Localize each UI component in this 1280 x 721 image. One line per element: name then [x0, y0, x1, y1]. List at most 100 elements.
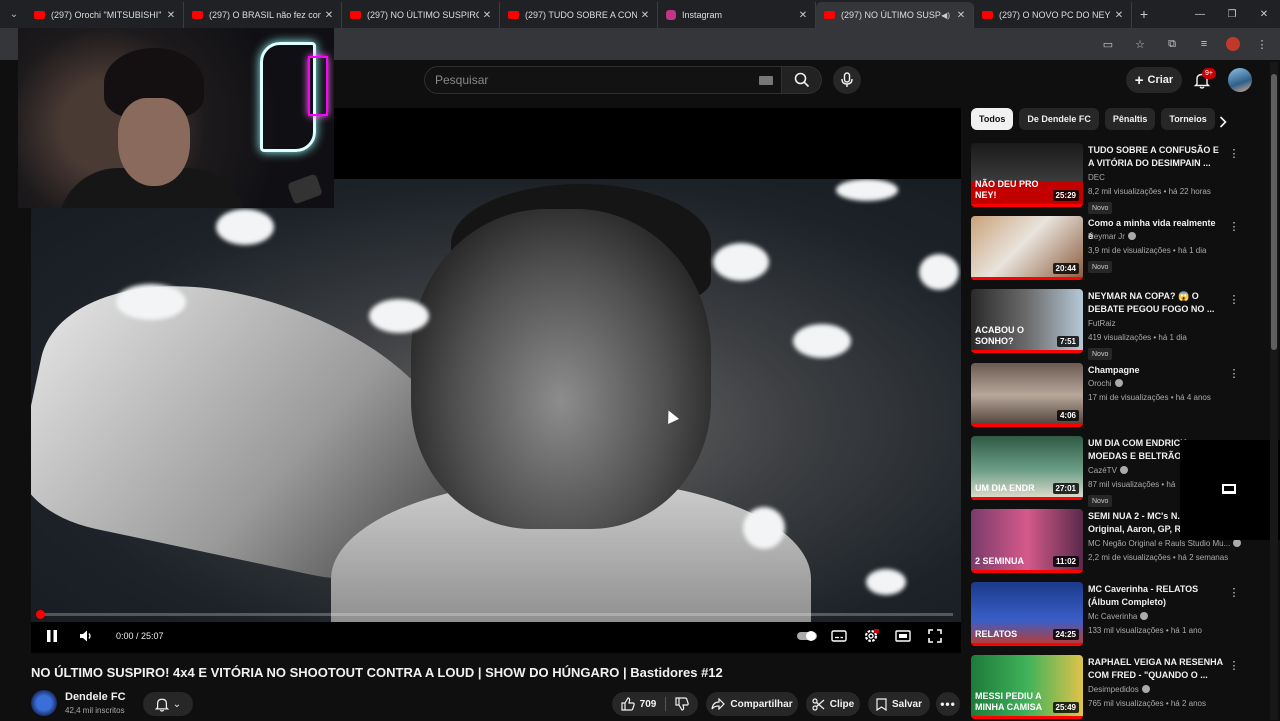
like-dislike-divider [665, 697, 667, 711]
recommended-video[interactable]: MESSI PEDIU A MINHA CAMISA 25:49 RAPHAEL V… [971, 655, 1251, 721]
recommended-channel-name[interactable]: DEC [1088, 173, 1105, 182]
progress-bar[interactable] [39, 613, 953, 616]
account-avatar[interactable] [1228, 68, 1252, 92]
recommended-video[interactable]: NÃO DEU PRO NEY! 25:29 TUDO SOBRE A CONFUS… [971, 143, 1251, 214]
thumbnail-text: MESSI PEDIU A MINHA CAMISA [975, 691, 1043, 712]
recommended-channel-name[interactable]: Orochi [1088, 379, 1123, 388]
save-button[interactable]: Salvar [868, 692, 930, 716]
subscription-notifications-button[interactable]: ⌄ [143, 692, 193, 716]
bookmark-star-icon[interactable]: ☆ [1130, 34, 1150, 54]
channel-avatar[interactable] [31, 690, 57, 716]
chips-next-button[interactable] [1214, 113, 1232, 131]
page-scrollbar[interactable] [1270, 62, 1278, 720]
maximize-button[interactable]: ❐ [1216, 0, 1248, 28]
close-tab-icon[interactable]: ✕ [637, 10, 653, 21]
browser-menu-icon[interactable]: ⋮ [1252, 34, 1272, 54]
extensions-icon[interactable]: ⧉ [1162, 34, 1182, 54]
recommended-video[interactable]: RELATOS 24:25 MC Caverinha - RELATOS (Álbu… [971, 582, 1251, 648]
recommended-video[interactable]: 4:06 Champagne Orochi 17 mi de visualizaçõe… [971, 363, 1251, 429]
search-button[interactable] [782, 66, 822, 94]
browser-profile-avatar[interactable] [1226, 37, 1240, 51]
browser-tab[interactable]: (297) TUDO SOBRE A CONFUSÃ✕ [500, 2, 658, 28]
filter-chip[interactable]: Pênaltis [1104, 108, 1156, 130]
autoplay-toggle[interactable] [795, 626, 819, 646]
pause-button[interactable] [41, 626, 63, 646]
volume-button[interactable] [75, 626, 97, 646]
close-tab-icon[interactable]: ✕ [479, 10, 495, 21]
more-options-icon[interactable]: ⋮ [1229, 657, 1240, 673]
more-options-icon[interactable]: ⋮ [1229, 584, 1240, 600]
browser-tab[interactable]: (297) NO ÚLTIMO SUSPIRO◀)✕ [816, 2, 974, 28]
video-thumbnail[interactable]: ACABOU O SONHO? 7:51 [971, 289, 1083, 353]
scissors-icon [812, 697, 825, 711]
search-input[interactable]: Pesquisar [424, 66, 782, 94]
browser-tab[interactable]: (297) Orochi "MITSUBISHI" ✕ [26, 2, 184, 28]
close-tab-icon[interactable]: ✕ [163, 10, 179, 21]
floating-overlay-panel[interactable] [1180, 440, 1280, 540]
video-frame[interactable] [31, 179, 961, 622]
video-thumbnail[interactable]: 2 SEMINUA 11:02 [971, 509, 1083, 573]
filter-chip[interactable]: De Dendele FC [1019, 108, 1099, 130]
browser-tab[interactable]: (297) NO ÚLTIMO SUSPIRO! 4x✕ [342, 2, 500, 28]
recommended-video-title[interactable]: TUDO SOBRE A CONFUSÃO E A VITÓRIA DO DES… [1088, 144, 1223, 170]
browser-tab[interactable]: Instagram ✕ [658, 2, 816, 28]
recommended-video-title[interactable]: Champagne [1088, 364, 1223, 377]
subtitles-button[interactable] [828, 626, 850, 646]
recommended-video-title[interactable]: NEYMAR NA COPA? 😱 O DEBATE PEGOU FOGO NO… [1088, 290, 1223, 316]
recommended-channel-name[interactable]: Mc Caverinha [1088, 612, 1149, 621]
recommended-channel-name[interactable]: MC Negão Original e Rauls Studio Mu... [1088, 539, 1242, 548]
tab-search-menu-button[interactable]: ⌄ [2, 2, 26, 26]
recommended-video[interactable]: 20:44 Como a minha vida realmente é Neymar… [971, 216, 1251, 282]
browser-tab[interactable]: (297) O BRASIL não fez com NE✕ [184, 2, 342, 28]
video-thumbnail[interactable]: 4:06 [971, 363, 1083, 427]
miniplayer-icon[interactable] [1222, 484, 1236, 494]
filter-chip[interactable]: Todos [971, 108, 1014, 130]
video-thumbnail[interactable]: NÃO DEU PRO NEY! 25:29 [971, 143, 1083, 207]
more-options-icon[interactable]: ⋮ [1229, 218, 1240, 234]
minimize-button[interactable]: — [1184, 0, 1216, 28]
close-tab-icon[interactable]: ✕ [795, 10, 811, 21]
voice-search-button[interactable] [833, 66, 861, 94]
theater-mode-button[interactable] [892, 626, 914, 646]
like-count[interactable]: 709 [640, 699, 657, 710]
recommended-channel-name[interactable]: Neymar Jr [1088, 232, 1136, 241]
settings-button[interactable] [860, 626, 882, 646]
more-options-icon[interactable]: ⋮ [1229, 291, 1240, 307]
video-thumbnail[interactable]: UM DIA ENDR 27:01 [971, 436, 1083, 500]
video-duration: 4:06 [1056, 410, 1079, 421]
video-thumbnail[interactable]: RELATOS 24:25 [971, 582, 1083, 646]
close-window-button[interactable]: ✕ [1248, 0, 1280, 28]
progress-scrubber-handle[interactable] [36, 610, 45, 619]
clip-button[interactable]: Clipe [806, 692, 860, 716]
recommended-video[interactable]: ACABOU O SONHO? 7:51 NEYMAR NA COPA? 😱 O D… [971, 289, 1251, 360]
more-actions-button[interactable]: ••• [936, 692, 960, 716]
video-thumbnail[interactable]: MESSI PEDIU A MINHA CAMISA 25:49 [971, 655, 1083, 719]
more-options-icon[interactable]: ⋮ [1229, 365, 1240, 381]
watched-progress-bar [971, 643, 1083, 646]
audio-playing-icon[interactable]: ◀) [941, 11, 950, 20]
recommendation-filter-chips: Todos De Dendele FC Pênaltis Torneios [971, 108, 1215, 132]
close-tab-icon[interactable]: ✕ [953, 10, 969, 21]
recommended-video-title[interactable]: RAPHAEL VEIGA NA RESENHA COM FRED - "QUA… [1088, 656, 1223, 682]
close-tab-icon[interactable]: ✕ [321, 10, 337, 21]
browser-tab[interactable]: (297) O NOVO PC DO NEYMAR✕ [974, 2, 1132, 28]
dislike-icon[interactable] [675, 697, 690, 711]
video-thumbnail[interactable]: 20:44 [971, 216, 1083, 280]
channel-name[interactable]: Dendele FC [65, 691, 126, 703]
keyboard-icon[interactable] [759, 76, 773, 85]
recommended-channel-name[interactable]: FutRaiz [1088, 319, 1116, 328]
share-button[interactable]: Compartilhar [706, 692, 798, 716]
recommended-video-title[interactable]: MC Caverinha - RELATOS (Álbum Completo) [1088, 583, 1223, 609]
close-tab-icon[interactable]: ✕ [1111, 10, 1127, 21]
recommended-channel-name[interactable]: CazéTV [1088, 466, 1128, 475]
like-icon[interactable] [621, 697, 635, 711]
cast-icon[interactable]: ▭ [1098, 34, 1118, 54]
filter-chip[interactable]: Torneios [1161, 108, 1215, 130]
reading-list-icon[interactable]: ≡ [1194, 34, 1214, 54]
new-tab-button[interactable]: + [1132, 6, 1156, 22]
fullscreen-button[interactable] [924, 626, 946, 646]
recommended-channel-name[interactable]: Desimpedidos [1088, 685, 1150, 694]
more-options-icon[interactable]: ⋮ [1229, 145, 1240, 161]
create-button[interactable]: + Criar [1126, 67, 1182, 93]
scrollbar-thumb[interactable] [1271, 74, 1277, 350]
